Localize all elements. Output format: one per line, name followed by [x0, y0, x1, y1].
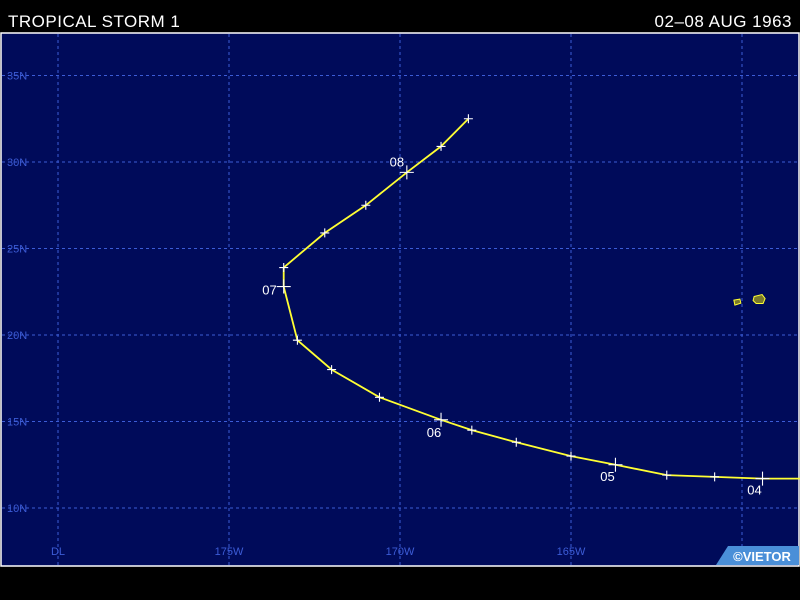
lat-tick-label: 35N: [7, 71, 27, 83]
lon-tick-label: 175W: [215, 546, 244, 558]
footer: [0, 567, 800, 600]
date-range: 02–08 AUG 1963: [654, 12, 792, 31]
day-label: 04: [747, 483, 761, 498]
storm-title: TROPICAL STORM 1: [8, 12, 181, 31]
lat-tick-label: 25N: [7, 244, 27, 256]
lat-tick-label: 20N: [7, 330, 27, 342]
lat-tick-label: 30N: [7, 157, 27, 169]
day-label: 08: [390, 154, 404, 169]
lon-tick-label: 170W: [386, 546, 415, 558]
lon-tick-label: 165W: [557, 546, 586, 558]
credit-text: ©VIETOR: [733, 549, 791, 564]
lon-tick-label: DL: [51, 546, 65, 558]
day-label: 06: [427, 425, 441, 440]
credit-badge: ©VIETOR: [716, 546, 799, 565]
lat-tick-label: 10N: [7, 503, 27, 515]
track-map: DL175W170W165W160W155W150W145W140W 35N30…: [0, 32, 800, 567]
day-label: 07: [262, 283, 276, 298]
day-label: 05: [600, 469, 614, 484]
header: TROPICAL STORM 1 02–08 AUG 1963: [0, 0, 800, 32]
track-map-svg: DL175W170W165W160W155W150W145W140W 35N30…: [0, 32, 800, 567]
island-kauai: [752, 293, 766, 305]
lat-tick-label: 15N: [7, 417, 27, 429]
